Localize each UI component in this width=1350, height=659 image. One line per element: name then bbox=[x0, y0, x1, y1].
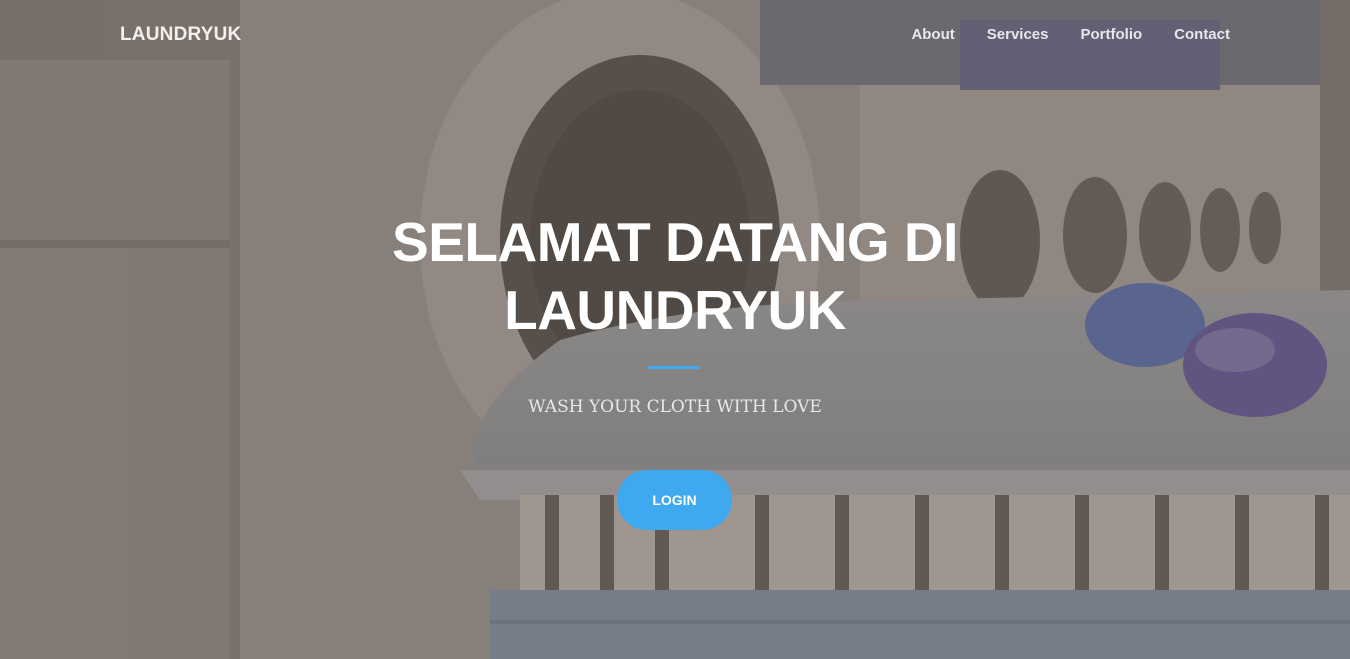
nav-link-about[interactable]: About bbox=[911, 26, 954, 43]
nav-item-services: Services bbox=[987, 26, 1049, 44]
nav-item-about: About bbox=[911, 26, 954, 44]
nav-link-services[interactable]: Services bbox=[987, 26, 1049, 43]
hero-headline-line1: SELAMAT DATANG DI bbox=[392, 211, 958, 273]
hero-divider bbox=[648, 366, 700, 369]
hero-subheading: WASH YOUR CLOTH WITH LOVE bbox=[528, 397, 822, 417]
hero-section: LAUNDRYUK About Services Portfolio Conta… bbox=[0, 0, 1350, 659]
hero-headline: SELAMAT DATANG DI LAUNDRYUK bbox=[0, 208, 1350, 344]
top-navbar: LAUNDRYUK About Services Portfolio Conta… bbox=[0, 0, 1350, 72]
hero-headline-line2: LAUNDRYUK bbox=[504, 279, 846, 341]
brand-logo-link[interactable]: LAUNDRYUK bbox=[120, 24, 241, 46]
nav-item-portfolio: Portfolio bbox=[1081, 26, 1143, 44]
nav-link-contact[interactable]: Contact bbox=[1174, 26, 1230, 43]
login-button[interactable]: LOGIN bbox=[617, 470, 732, 530]
nav-item-contact: Contact bbox=[1174, 26, 1230, 44]
nav-menu: About Services Portfolio Contact bbox=[911, 26, 1230, 44]
nav-link-portfolio[interactable]: Portfolio bbox=[1081, 26, 1143, 43]
